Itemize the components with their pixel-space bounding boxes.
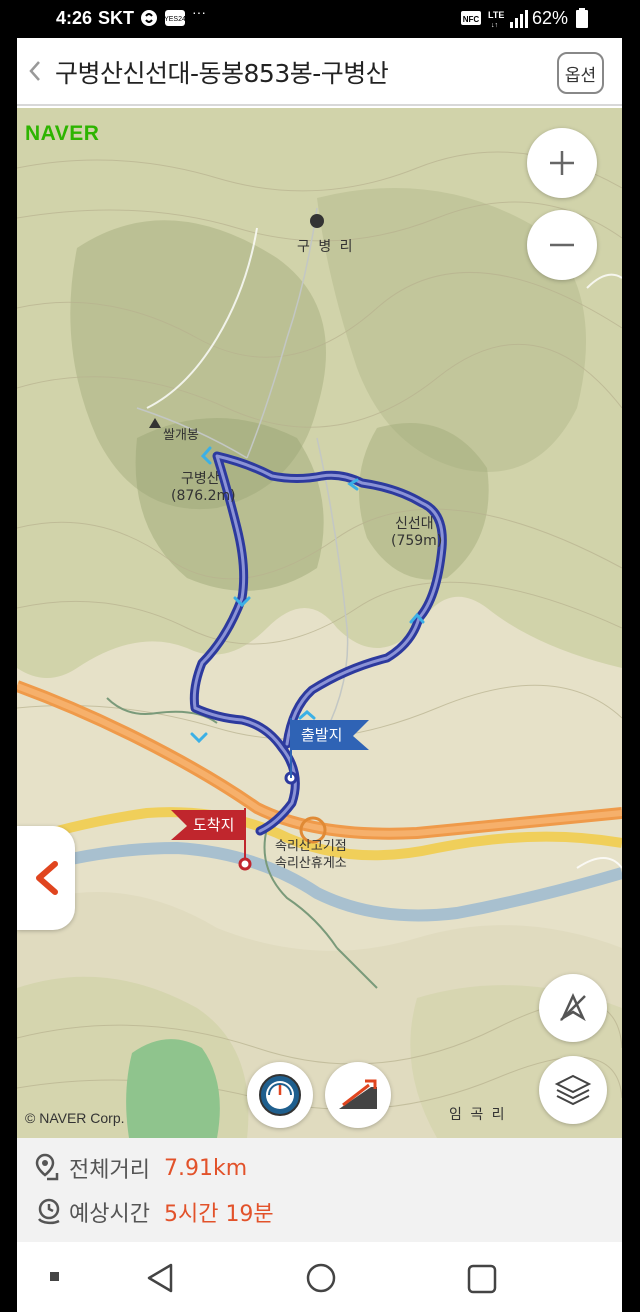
label-village-south: 임 곡 리 [449, 1107, 507, 1123]
options-button[interactable]: 옵션 [557, 52, 604, 94]
village-icon [310, 214, 324, 228]
map-pin-route-icon [35, 1153, 59, 1181]
map-layers-button[interactable] [539, 1056, 607, 1124]
gauge-icon [259, 1074, 301, 1116]
elevation-profile-button[interactable] [325, 1062, 391, 1128]
page-title: 구병산신선대-동봉853봉-구병산 [55, 59, 389, 88]
status-carrier: SKT [98, 8, 134, 28]
plus-icon [550, 151, 574, 175]
naver-logo: NAVER [25, 122, 100, 145]
label-peak-gubyeong: 구병산 [181, 471, 220, 487]
time-row: 예상시간 5시간 19분 [35, 1194, 274, 1230]
time-label: 예상시간 [69, 1202, 150, 1227]
label-peak-sinseondae-height: (759m) [391, 533, 443, 549]
chevron-left-icon [36, 861, 58, 895]
lte-icon: LTE ↓↑ [488, 10, 504, 29]
back-triangle-icon[interactable] [145, 1262, 175, 1294]
battery-percent: 62% [532, 8, 569, 28]
distance-row: 전체거리 7.91km [35, 1150, 247, 1186]
route-direction-arrow [200, 446, 212, 465]
app-notification-icon: YES24 [164, 10, 186, 26]
battery-icon [576, 8, 588, 28]
map-view[interactable]: NAVER 구 병 리 쌀개봉 구병산 (876.2m) 신선대 (759m) … [17, 108, 622, 1138]
distance-value: 7.91km [163, 1155, 248, 1181]
nfc-icon: NFC [461, 11, 481, 25]
time-value: 5시간 19분 [163, 1202, 274, 1227]
label-peak-gubyeong-height: (876.2m) [171, 488, 236, 504]
label-peak-ssalgae: 쌀개봉 [163, 428, 199, 443]
route-info-panel: 전체거리 7.91km 예상시간 5시간 19분 [17, 1138, 622, 1242]
route-direction-arrow [298, 710, 316, 720]
back-icon[interactable] [25, 56, 45, 86]
zoom-in-button[interactable] [527, 128, 597, 198]
recents-dot-icon[interactable] [50, 1272, 59, 1281]
label-village-north: 구 병 리 [297, 239, 355, 255]
speedometer-button[interactable] [247, 1062, 313, 1128]
panel-toggle-button[interactable] [17, 826, 75, 930]
distance-label: 전체거리 [69, 1158, 150, 1183]
signal-icon [510, 10, 528, 28]
status-time: 4:26 [56, 8, 93, 28]
svg-text:NFC: NFC [463, 15, 480, 24]
location-off-icon [560, 992, 586, 1022]
label-peak-sinseondae: 신선대 [395, 516, 434, 532]
peak-icon [149, 418, 161, 428]
minus-icon [550, 243, 574, 247]
start-flag-label: 출발지 [301, 726, 343, 744]
app-screen: 구병산신선대-동봉853봉-구병산 옵션 NAVER 구 병 리 쌀개봉 구병산… [17, 38, 622, 1312]
end-flag-label: 도착지 [193, 816, 235, 834]
route-direction-arrow [190, 732, 208, 744]
svg-text:LTE: LTE [488, 10, 504, 20]
overview-square-icon[interactable] [467, 1264, 497, 1294]
label-rest-area-2: 속리산휴게소 [275, 856, 347, 871]
zoom-out-button[interactable] [527, 210, 597, 280]
more-notifications-icon: ··· [192, 4, 206, 20]
status-bar: 4:26 SKT YES24 ··· NFC LTE ↓↑ 62% [0, 0, 640, 38]
location-tracking-button[interactable] [539, 974, 607, 1042]
map-copyright: © NAVER Corp. [25, 1110, 125, 1126]
home-circle-icon[interactable] [305, 1262, 337, 1294]
system-navigation-bar [17, 1242, 622, 1312]
header: 구병산신선대-동봉853봉-구병산 옵션 [17, 38, 622, 106]
layers-icon [554, 1074, 592, 1106]
elevation-chart-icon [339, 1079, 377, 1109]
svg-text:YES24: YES24 [164, 16, 186, 23]
shazam-icon [141, 10, 157, 26]
end-point-marker [238, 857, 252, 871]
time-route-icon [37, 1198, 60, 1225]
svg-text:↓↑: ↓↑ [491, 22, 498, 29]
